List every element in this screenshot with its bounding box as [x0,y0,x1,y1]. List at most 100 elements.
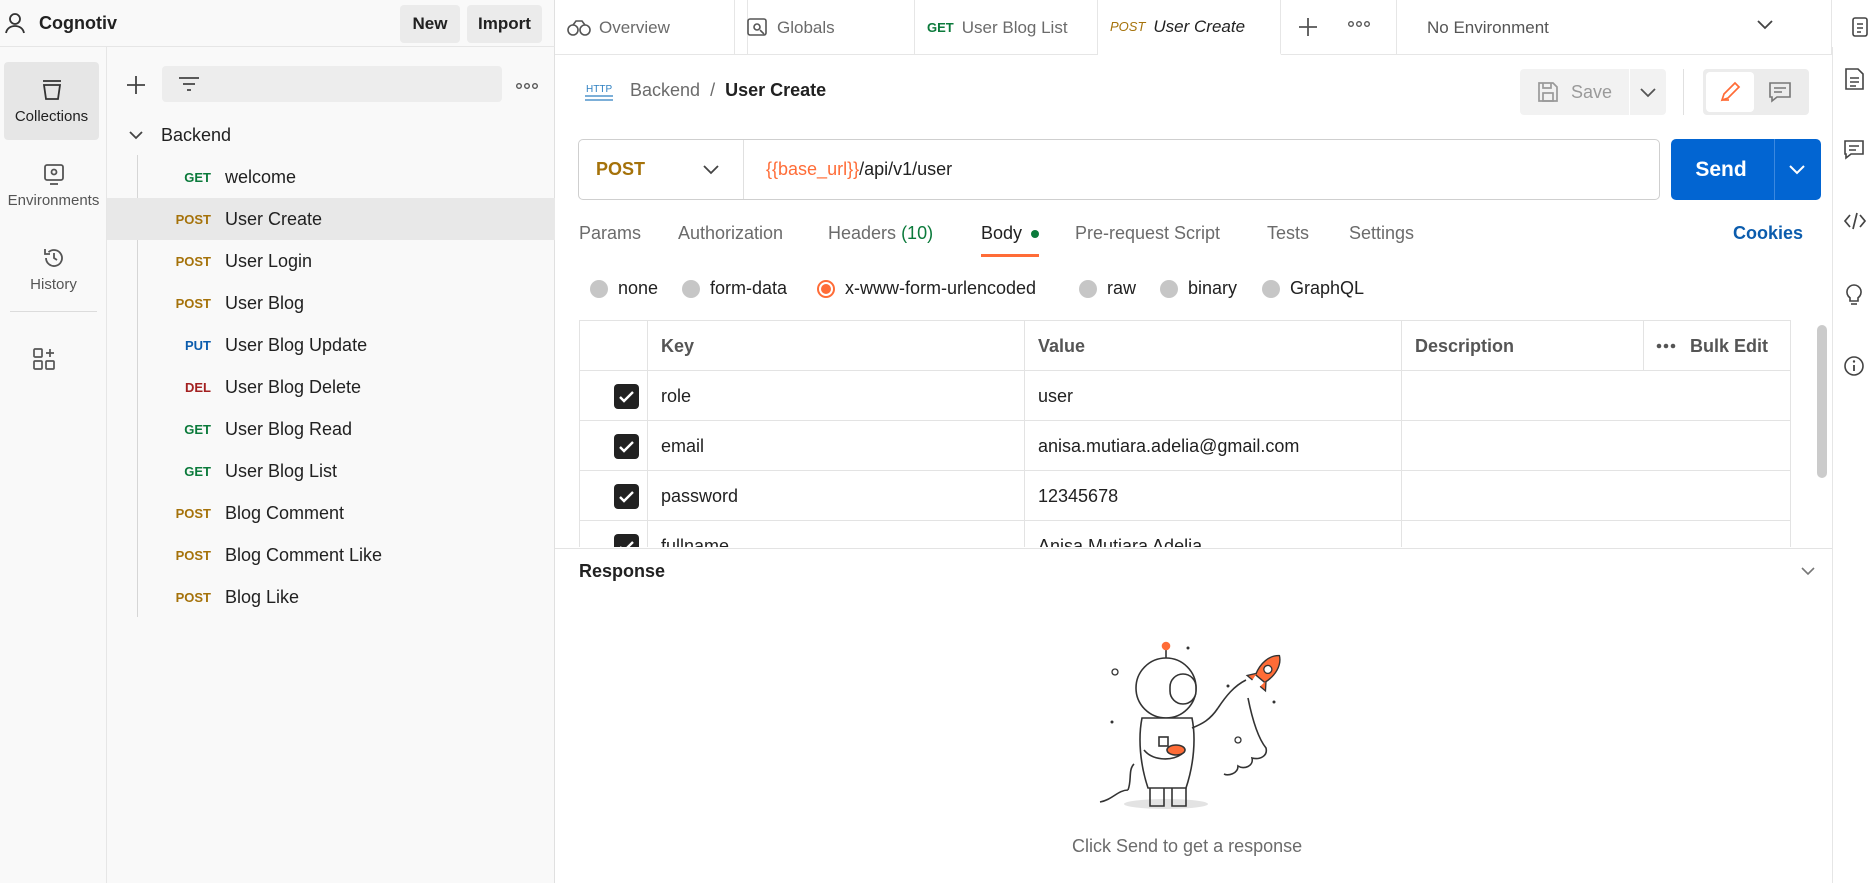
new-tab-plus-icon[interactable] [1297,16,1319,38]
divider [1629,69,1630,115]
astronaut-rocket-illustration [1088,640,1300,812]
radio-body-urlencoded[interactable]: x-www-form-urlencoded [817,278,1036,299]
row-description[interactable] [1401,521,1790,547]
radio-body-none[interactable]: none [590,278,658,299]
radio-label: form-data [710,278,788,298]
collection-request-item[interactable]: POST Blog Comment [107,492,555,534]
collection-request-item[interactable]: POST User Login [107,240,555,282]
import-button[interactable]: Import [467,5,542,43]
page-title[interactable]: User Create [725,80,826,101]
collection-request-item[interactable]: PUT User Blog Update [107,324,555,366]
add-collection-plus-icon[interactable] [126,75,146,95]
collection-more-icon[interactable] [516,82,538,90]
send-options-chevron-icon[interactable] [1789,165,1805,175]
row-description[interactable] [1401,371,1790,421]
scrollbar-thumb[interactable] [1817,325,1827,478]
workspace-name[interactable]: Cognotiv [39,13,117,34]
configure-sidebar-icon[interactable] [32,347,56,371]
row-key[interactable]: fullname [647,521,1024,547]
divider [10,311,97,312]
request-name: User Blog Read [225,418,353,439]
tab-globals[interactable] [555,0,748,55]
environment-selector[interactable]: No Environment [1397,0,1805,55]
filter-icon[interactable] [178,76,200,92]
mode-toggle [1703,69,1809,115]
info-icon[interactable] [1843,355,1865,377]
tab-user-create-label: User Create [1153,16,1246,36]
radio-label: x-www-form-urlencoded [845,278,1037,298]
row-value[interactable]: Anisa Mutiara Adelia [1024,521,1401,547]
tab-params[interactable]: Params [579,223,641,244]
collection-request-item[interactable]: POST User Create [107,198,555,240]
radio-body-graphql[interactable]: GraphQL [1262,278,1364,299]
code-snippet-icon[interactable] [1843,211,1867,231]
method-badge: GET [184,169,211,185]
collapse-chevron-icon[interactable] [1801,567,1815,576]
row-description[interactable] [1401,471,1790,521]
collection-request-item[interactable]: GET User Blog Read [107,408,555,450]
lightbulb-icon[interactable] [1843,283,1865,307]
rail-item-environments[interactable]: Environments [0,146,107,224]
comments-icon[interactable] [1843,139,1865,161]
row-value[interactable]: user [1024,371,1401,421]
url-input[interactable]: {{base_url}} /api/v1/user [766,140,952,199]
edit-mode-button[interactable] [1706,72,1754,112]
row-checkbox[interactable] [614,534,639,547]
save-options-chevron-icon[interactable] [1640,88,1656,98]
row-key[interactable]: email [647,421,1024,471]
tab-user-blog-list[interactable]: GET User Blog List [915,0,1098,55]
cookies-link[interactable]: Cookies [1733,223,1803,244]
collection-request-item[interactable]: GET User Blog List [107,450,555,492]
save-button[interactable]: Save [1520,69,1628,115]
row-key[interactable]: role [647,371,1024,421]
comment-icon[interactable] [1768,81,1792,103]
radio-dot [590,279,608,298]
collection-filter-input[interactable] [162,66,502,102]
method-badge: POST [175,589,211,605]
tab-authorization[interactable]: Authorization [678,223,783,244]
table-header-row: Key Value Description Bulk Edit [580,321,1790,371]
collection-request-item[interactable]: POST User Blog [107,282,555,324]
send-button[interactable]: Send [1671,139,1771,200]
row-checkbox[interactable] [614,484,639,509]
row-checkbox[interactable] [614,434,639,459]
row-checkbox[interactable] [614,384,639,409]
more-tabs-icon[interactable] [1348,20,1370,28]
environment-label: No Environment [1427,17,1549,37]
bulk-edit-button[interactable]: Bulk Edit [1690,336,1768,357]
user-icon[interactable] [5,12,25,34]
workspace-settings-icon[interactable] [1851,16,1873,38]
rail-item-history[interactable]: History [0,230,107,308]
tab-tests[interactable]: Tests [1267,223,1309,244]
response-header[interactable]: Response [555,548,1833,593]
row-value[interactable]: anisa.mutiara.adelia@gmail.com [1024,421,1401,471]
radio-body-binary[interactable]: binary [1160,278,1237,299]
breadcrumb-parent[interactable]: Backend [630,80,700,101]
request-name: User Create [225,208,323,229]
tab-user-create[interactable]: POST User Create [1098,0,1281,55]
row-value[interactable]: 12345678 [1024,471,1401,521]
tab-body[interactable]: Body [981,223,1040,244]
radio-body-form-data[interactable]: form-data [682,278,787,299]
collection-request-item[interactable]: DEL User Blog Delete [107,366,555,408]
documentation-icon[interactable] [1843,67,1865,91]
collection-request-item[interactable]: GET welcome [107,156,555,198]
tab-settings[interactable]: Settings [1349,223,1414,244]
tab-pre-request-script[interactable]: Pre-request Script [1075,223,1220,244]
row-description[interactable] [1401,421,1790,471]
new-button[interactable]: New [400,5,460,43]
tab-headers[interactable]: Headers (10) [828,223,933,244]
method-select[interactable]: POST [579,140,744,199]
save-icon [1537,81,1559,103]
rail-item-collections[interactable]: Collections [4,62,99,140]
collection-folder-backend[interactable]: Backend [107,114,555,156]
table-more-icon[interactable] [1656,343,1676,349]
row-key[interactable]: password [647,471,1024,521]
radio-body-raw[interactable]: raw [1079,278,1136,299]
tab-globals-inner[interactable]: Globals [735,0,915,55]
collection-request-item[interactable]: POST Blog Comment Like [107,534,555,576]
bulk-edit-cell: Bulk Edit [1643,321,1790,371]
url-variable: {{base_url}} [766,159,860,179]
collection-request-item[interactable]: POST Blog Like [107,576,555,618]
request-name: User Blog [225,292,305,313]
